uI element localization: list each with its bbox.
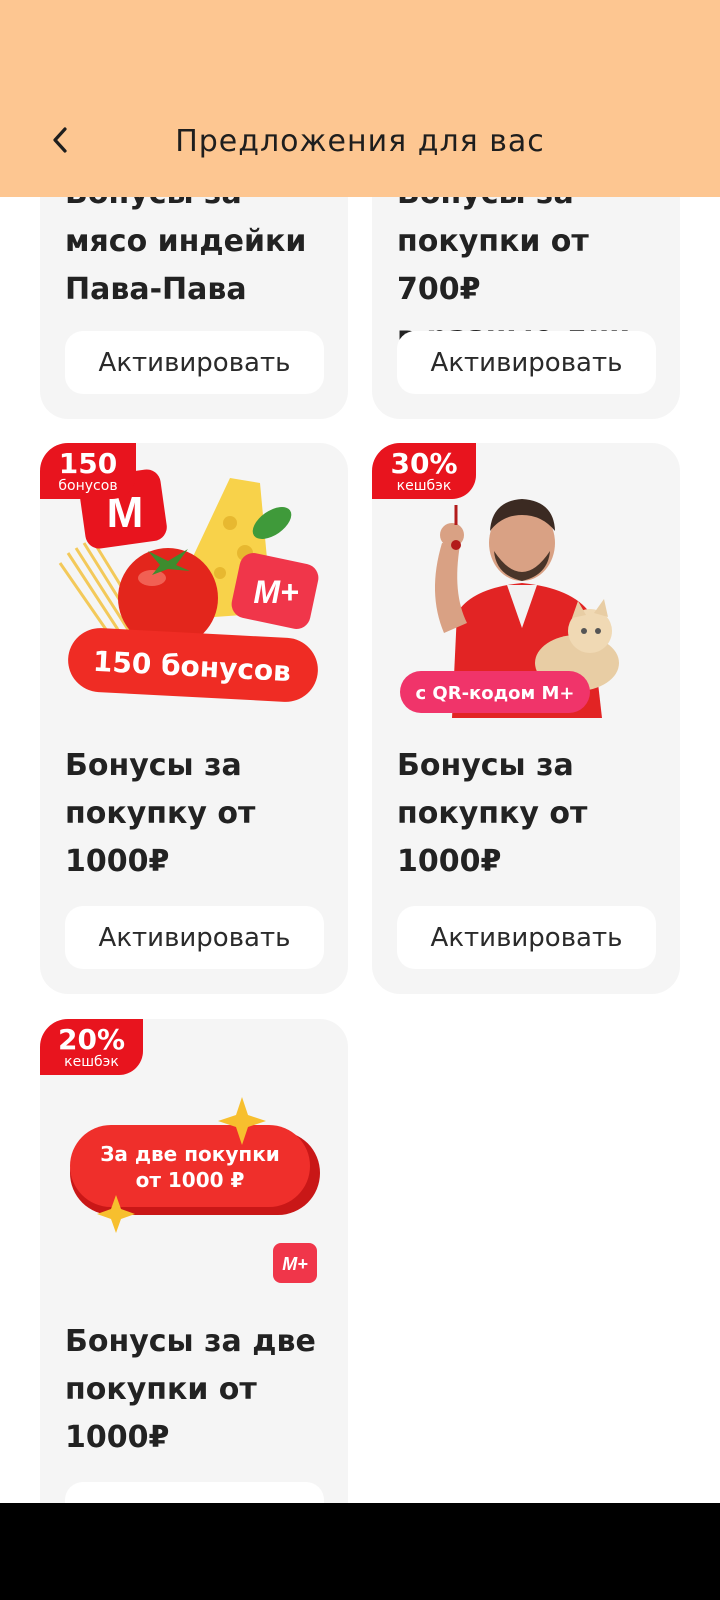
offer-card-150-bonus[interactable]: М М+ 150 бонусов 150 бонусов Бонусы за п…: [40, 443, 348, 994]
system-navigation-bar: [0, 1503, 720, 1600]
activate-button[interactable]: Активировать: [397, 331, 656, 394]
activate-button[interactable]: Активировать: [65, 331, 324, 394]
svg-text:М+: М+: [253, 574, 298, 610]
offer-title: Бонусы за покупку от 1000₽: [65, 748, 256, 879]
offer-card-20-cashback[interactable]: За две покупки от 1000 ₽ М+ 20% кешбэк Б…: [40, 1019, 348, 1503]
activate-button[interactable]: Активировать: [397, 906, 656, 969]
app-header: Предложения для вас: [0, 0, 720, 197]
offer-card-30-cashback[interactable]: с QR-кодом М+ 30% кешбэк Бонусы за покуп…: [372, 443, 680, 994]
activate-button[interactable]: Активировать: [65, 906, 324, 969]
offer-title: Бонусы за покупку от 1000₽: [397, 748, 588, 879]
svg-text:с QR-кодом М+: с QR-кодом М+: [415, 683, 574, 704]
cashback-badge: 20% кешбэк: [40, 1019, 143, 1075]
bonus-badge: 150 бонусов: [40, 443, 136, 499]
page-title: Предложения для вас: [175, 124, 545, 159]
offer-title: Бонусы за две покупки от 1000₽: [65, 1324, 316, 1455]
svg-text:За две покупки: За две покупки: [100, 1142, 280, 1166]
cashback-badge: 30% кешбэк: [372, 443, 476, 499]
activate-button[interactable]: Активировать: [65, 1482, 324, 1503]
svg-text:М+: М+: [282, 1254, 308, 1274]
offers-scroll-area[interactable]: Бонусы за мясо индейки Пава-Пава Активир…: [0, 0, 720, 1503]
svg-text:от 1000 ₽: от 1000 ₽: [136, 1168, 245, 1192]
